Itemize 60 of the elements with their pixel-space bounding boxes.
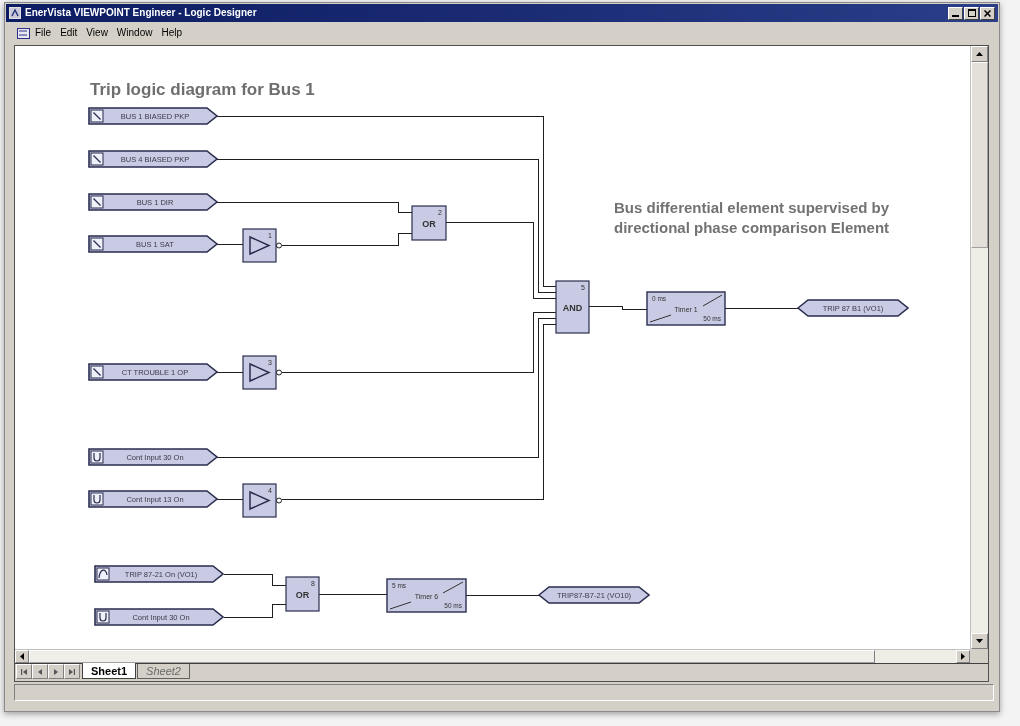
scroll-up-button[interactable] xyxy=(971,46,988,62)
left-arrow-icon xyxy=(20,653,24,660)
previous-sheet-button[interactable] xyxy=(32,664,48,679)
not-gate xyxy=(242,228,282,263)
not-gate xyxy=(242,483,282,518)
scroll-left-button[interactable] xyxy=(15,650,29,663)
maximize-icon xyxy=(967,9,976,17)
next-sheet-button[interactable] xyxy=(48,664,64,679)
scroll-down-button[interactable] xyxy=(971,633,988,649)
right-triangle-bar-icon xyxy=(69,668,75,675)
right-arrow-icon xyxy=(961,653,965,660)
close-icon xyxy=(984,9,991,17)
gate-label: OR xyxy=(422,218,436,229)
menu-item[interactable]: Edit xyxy=(56,26,82,40)
scroll-thumb[interactable] xyxy=(29,650,875,663)
or-gate xyxy=(411,205,447,241)
sheet-tab[interactable]: Sheet2 xyxy=(137,664,190,679)
slash-icon xyxy=(90,152,104,166)
gate-label: OR xyxy=(295,589,310,600)
up-arrow-icon xyxy=(976,52,983,56)
menu-item[interactable]: View xyxy=(82,26,112,40)
vertical-scrollbar[interactable] xyxy=(970,46,988,649)
wire xyxy=(216,498,244,500)
slash-icon xyxy=(90,365,104,379)
minimize-button[interactable] xyxy=(948,6,963,20)
slash-icon xyxy=(90,109,104,123)
annotation-text: Trip logic diagram for Bus 1 xyxy=(90,80,315,100)
window-title: EnerVista VIEWPOINT Engineer - Logic Designer xyxy=(25,6,257,20)
slash-icon xyxy=(90,237,104,251)
gate-label: AND xyxy=(562,302,583,313)
sheet-tab[interactable]: Sheet1 xyxy=(82,663,137,679)
or-gate xyxy=(285,576,320,612)
down-arrow-icon xyxy=(976,639,983,643)
u-shape-icon xyxy=(90,492,104,506)
annotation-text: Bus differential element supervised by directional phase comparison Element xyxy=(614,198,891,238)
wire xyxy=(223,603,287,618)
app-icon xyxy=(9,7,21,19)
slash-icon xyxy=(90,195,104,209)
u-shape-icon xyxy=(96,610,110,624)
bar-left-triangle-icon xyxy=(21,668,27,675)
wire xyxy=(588,305,648,310)
scroll-right-button[interactable] xyxy=(956,650,970,663)
left-triangle-icon xyxy=(38,668,42,675)
document-icon xyxy=(17,27,30,39)
right-triangle-icon xyxy=(54,668,58,675)
last-sheet-button[interactable] xyxy=(64,664,80,679)
wire xyxy=(223,573,287,586)
close-button[interactable] xyxy=(980,6,995,20)
wire xyxy=(318,593,388,595)
menu-item[interactable]: File xyxy=(31,26,56,40)
curve-icon xyxy=(96,567,110,581)
first-sheet-button[interactable] xyxy=(16,664,32,679)
not-gate xyxy=(242,355,282,390)
and-gate xyxy=(555,280,590,334)
u-shape-icon xyxy=(90,450,104,464)
menu-item[interactable]: Help xyxy=(157,26,186,40)
menu-item[interactable]: Window xyxy=(112,26,157,40)
maximize-button[interactable] xyxy=(964,6,979,20)
scroll-thumb[interactable] xyxy=(971,62,988,248)
horizontal-scrollbar[interactable] xyxy=(15,649,970,663)
